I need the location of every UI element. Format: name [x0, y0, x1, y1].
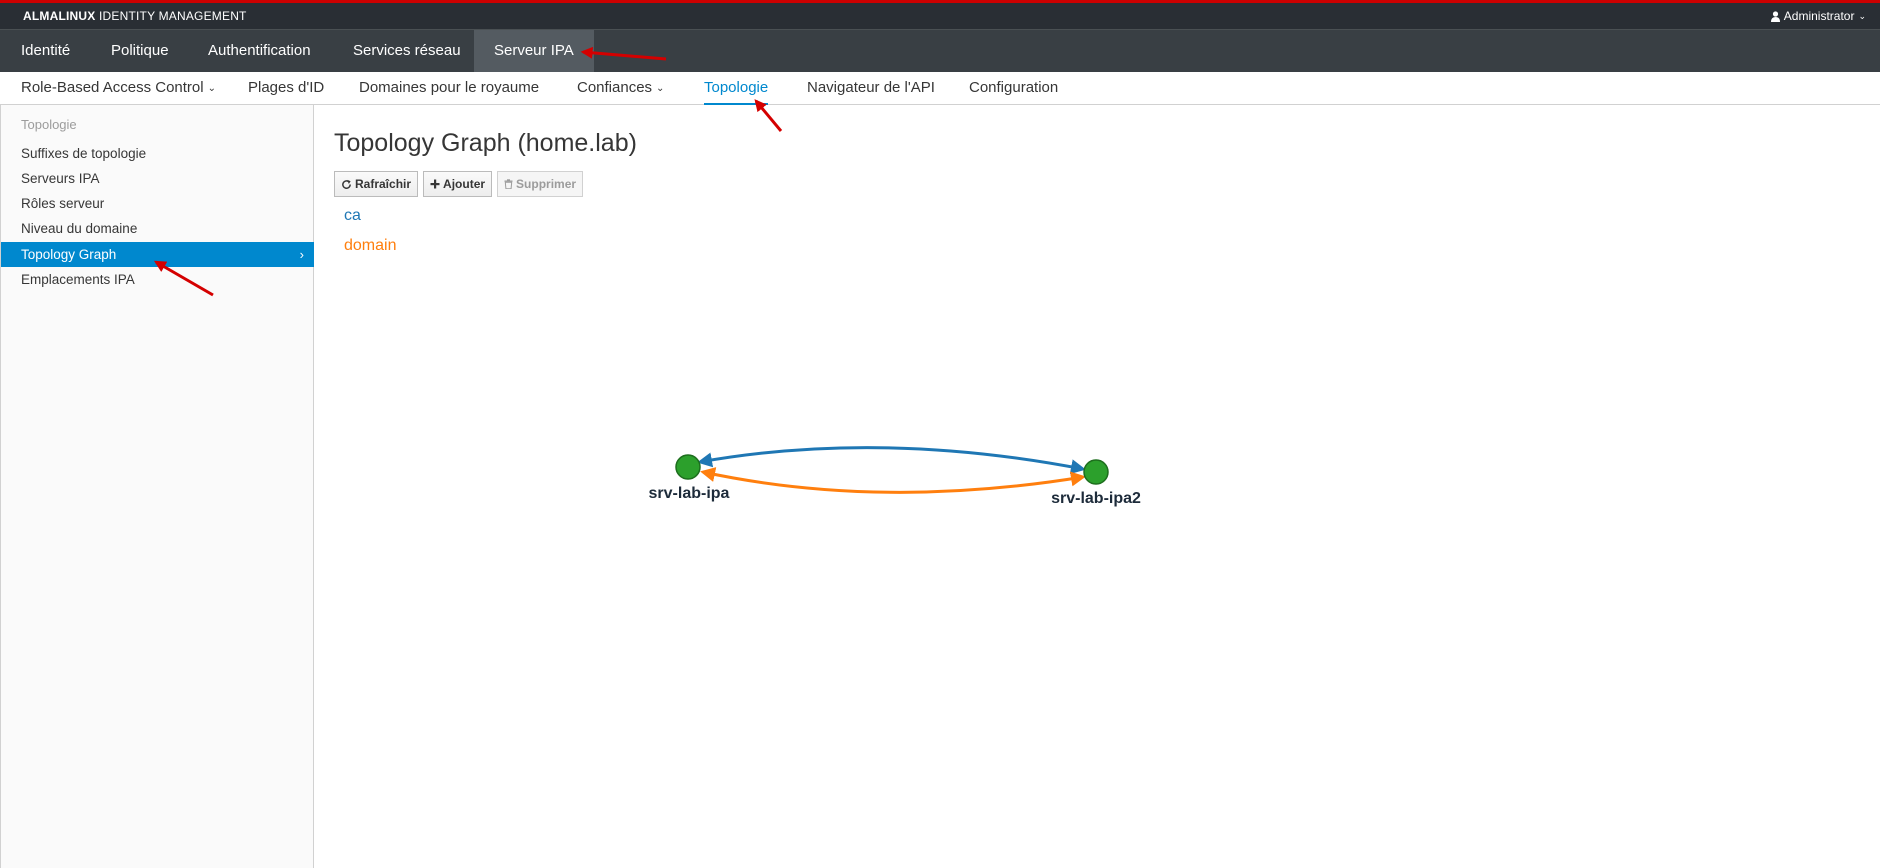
nav-item-serveur-ipa[interactable]: Serveur IPA [474, 30, 594, 72]
nav-item-authentification[interactable]: Authentification [188, 30, 331, 72]
page-title: Topology Graph (home.lab) [334, 129, 637, 157]
sidebar: Topologie Suffixes de topologie Serveurs… [0, 105, 314, 868]
subnav-confiances[interactable]: Confiances ⌄ [577, 72, 664, 105]
nav-item-politique[interactable]: Politique [91, 30, 189, 72]
brand-bold: ALMALINUX [23, 9, 96, 23]
chevron-down-icon: ⌄ [207, 83, 216, 94]
chevron-right-icon: › [299, 247, 304, 262]
refresh-label: Rafraîchir [355, 177, 412, 191]
brand-logo[interactable]: ALMALINUX IDENTITY MANAGEMENT [23, 9, 247, 23]
subnav-rbac[interactable]: Role-Based Access Control ⌄ [21, 72, 216, 105]
main-content: Topology Graph (home.lab) Rafraîchir Ajo… [334, 105, 1880, 868]
user-icon [1770, 10, 1780, 22]
sidebar-item-serveurs-ipa[interactable]: Serveurs IPA [1, 166, 314, 191]
delete-button[interactable]: Supprimer [497, 171, 584, 197]
refresh-icon [342, 179, 351, 189]
subnav-plages-id[interactable]: Plages d'ID [248, 72, 324, 105]
sidebar-item-niveau-domaine[interactable]: Niveau du domaine [1, 216, 314, 241]
nav-item-services-reseau[interactable]: Services réseau [333, 30, 481, 72]
secondary-nav: Role-Based Access Control ⌄ Plages d'ID D… [0, 72, 1880, 105]
user-name: Administrator [1783, 9, 1855, 23]
trash-icon [504, 179, 513, 189]
subnav-topologie[interactable]: Topologie [704, 72, 769, 105]
subnav-configuration[interactable]: Configuration [969, 72, 1058, 105]
chevron-down-icon: ⌄ [1858, 10, 1866, 21]
sidebar-item-suffixes[interactable]: Suffixes de topologie [1, 141, 314, 166]
legend-domain[interactable]: domain [344, 237, 396, 255]
user-menu[interactable]: Administrator ⌄ [1770, 9, 1866, 23]
sidebar-item-roles-serveur[interactable]: Rôles serveur [1, 191, 314, 216]
legend-ca[interactable]: ca [344, 207, 361, 225]
refresh-button[interactable]: Rafraîchir [334, 171, 419, 197]
toolbar: Rafraîchir Ajouter Supprimer [334, 171, 584, 197]
delete-label: Supprimer [516, 177, 577, 191]
subnav-navigateur-api[interactable]: Navigateur de l'API [807, 72, 935, 105]
add-button[interactable]: Ajouter [423, 171, 493, 197]
add-label: Ajouter [443, 177, 486, 191]
subnav-rbac-label: Role-Based Access Control [21, 79, 204, 96]
masthead: ALMALINUX IDENTITY MANAGEMENT Administra… [0, 3, 1880, 29]
subnav-confiances-label: Confiances [577, 79, 653, 96]
chevron-down-icon: ⌄ [656, 83, 665, 94]
sidebar-heading: Topologie [21, 117, 77, 132]
primary-nav: Identité Politique Authentification Serv… [0, 29, 1880, 72]
sidebar-item-emplacements-ipa[interactable]: Emplacements IPA [1, 267, 314, 292]
sidebar-item-label: Topology Graph [21, 247, 117, 262]
sidebar-item-topology-graph[interactable]: Topology Graph › [1, 242, 314, 267]
plus-icon [430, 179, 440, 189]
brand-text: IDENTITY MANAGEMENT [95, 9, 247, 23]
subnav-domaines-royaume[interactable]: Domaines pour le royaume [359, 72, 539, 105]
nav-item-identite[interactable]: Identité [1, 30, 90, 72]
